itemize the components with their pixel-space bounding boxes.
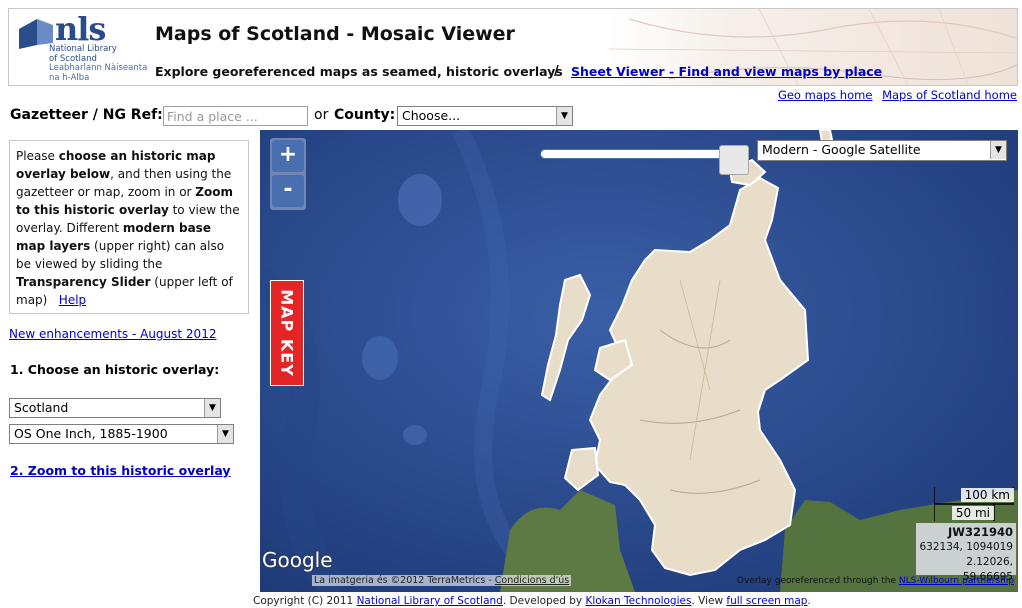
coordinates-readout: JW321940 632134, 1094019 2.12026, 59.666… [916, 523, 1016, 583]
footer-text-2: . Developed by [502, 595, 586, 607]
chevron-down-icon: ▼ [556, 107, 572, 125]
transparency-slider-track[interactable] [540, 149, 730, 159]
place-search-input[interactable] [163, 106, 308, 126]
geo-maps-home-link[interactable]: Geo maps home [778, 88, 872, 102]
footer-text-1: Copyright (C) 2011 [253, 595, 357, 607]
new-enhancements-link[interactable]: New enhancements - August 2012 [9, 327, 216, 341]
logo-subtitle: National Library of Scotland Leabharlann… [49, 44, 149, 83]
choose-overlay-label: 1. Choose an historic overlay: [10, 362, 220, 377]
maps-of-scotland-home-link[interactable]: Maps of Scotland home [882, 88, 1017, 102]
map-canvas[interactable] [260, 130, 1018, 592]
klokan-link[interactable]: Klokan Technologies [585, 595, 691, 607]
overlay-credit: Overlay georeferenced through the NLS-Wi… [737, 576, 1014, 586]
overlay-series-value: OS One Inch, 1885-1900 [14, 426, 168, 441]
help-link[interactable]: Help [59, 293, 86, 307]
scale-bar: 100 km 50 mi [934, 485, 1014, 523]
map-viewer[interactable]: + - Modern - Google Satellite ▼ MAP KEY … [260, 130, 1018, 592]
nls-wilbourn-link[interactable]: NLS-Wilbourn partnership [899, 576, 1014, 586]
left-panel: Please choose an historic map overlay be… [0, 130, 260, 608]
chevron-down-icon: ▼ [990, 141, 1006, 159]
info-bold-4: Transparency Slider [16, 275, 151, 289]
zoom-to-overlay-link[interactable]: 2. Zoom to this historic overlay [10, 463, 231, 478]
terms-of-use-link[interactable]: Condicions d'ús [495, 575, 569, 586]
map-key-label: MAP KEY [277, 289, 297, 377]
sheet-viewer-link[interactable]: Sheet Viewer - Find and view maps by pla… [571, 64, 882, 79]
info-text-1: Please [16, 149, 59, 163]
overlay-series-select[interactable]: OS One Inch, 1885-1900 ▼ [9, 424, 234, 444]
county-select[interactable]: Choose... ▼ [397, 106, 573, 126]
footer-text-4: . [807, 595, 811, 607]
nls-footer-link[interactable]: National Library of Scotland [357, 595, 503, 607]
top-links: Geo maps home Maps of Scotland home [772, 88, 1017, 102]
zoom-out-button[interactable]: - [272, 175, 304, 207]
zoom-in-button[interactable]: + [272, 140, 304, 172]
page-subtitle: Explore georeferenced maps as seamed, hi… [155, 64, 563, 79]
header-banner: nls National Library of Scotland Leabhar… [8, 8, 1018, 86]
chevron-down-icon: ▼ [217, 425, 233, 443]
base-layer-select[interactable]: Modern - Google Satellite ▼ [757, 140, 1007, 161]
overlay-credit-text: Overlay georeferenced through the [736, 576, 899, 586]
base-layer-value: Modern - Google Satellite [762, 142, 921, 157]
page-title: Maps of Scotland - Mosaic Viewer [155, 23, 515, 45]
transparency-slider-handle[interactable] [719, 145, 749, 175]
easting-northing-readout: 632134, 1094019 [919, 541, 1013, 553]
overlay-region-select[interactable]: Scotland ▼ [9, 398, 221, 418]
map-key-button[interactable]: MAP KEY [270, 280, 304, 386]
county-select-value: Choose... [402, 108, 461, 123]
instructions-box: Please choose an historic map overlay be… [9, 140, 249, 314]
chevron-down-icon: ▼ [204, 399, 220, 417]
full-screen-map-link[interactable]: full screen map [726, 595, 807, 607]
map-attribution: La imatgeria és ©2012 TerraMetrics - Con… [312, 575, 572, 586]
seamount [362, 336, 398, 380]
seamount [403, 425, 427, 445]
logo-wordmark: nls [55, 10, 106, 48]
footer-text-3: . View [691, 595, 727, 607]
or-label: or [314, 107, 329, 123]
nls-logo[interactable]: nls National Library of Scotland Leabhar… [9, 9, 147, 85]
scale-mi-label: 50 mi [951, 506, 994, 520]
attribution-text: La imatgeria és ©2012 TerraMetrics - [314, 575, 495, 586]
header-separator: / [554, 64, 559, 79]
scale-km-label: 100 km [960, 488, 1014, 502]
google-logo[interactable]: Google [262, 548, 333, 572]
county-label: County: [334, 107, 396, 123]
overlay-region-value: Scotland [14, 400, 69, 415]
footer: Copyright (C) 2011 National Library of S… [253, 595, 811, 607]
logo-gaelic-line-2: na h-Alba [49, 72, 90, 83]
zoom-control: + - [270, 138, 306, 210]
grid-ref-readout: JW321940 [948, 525, 1013, 539]
gazetteer-label: Gazetteer / NG Ref: [10, 107, 163, 123]
seamount [398, 174, 442, 226]
